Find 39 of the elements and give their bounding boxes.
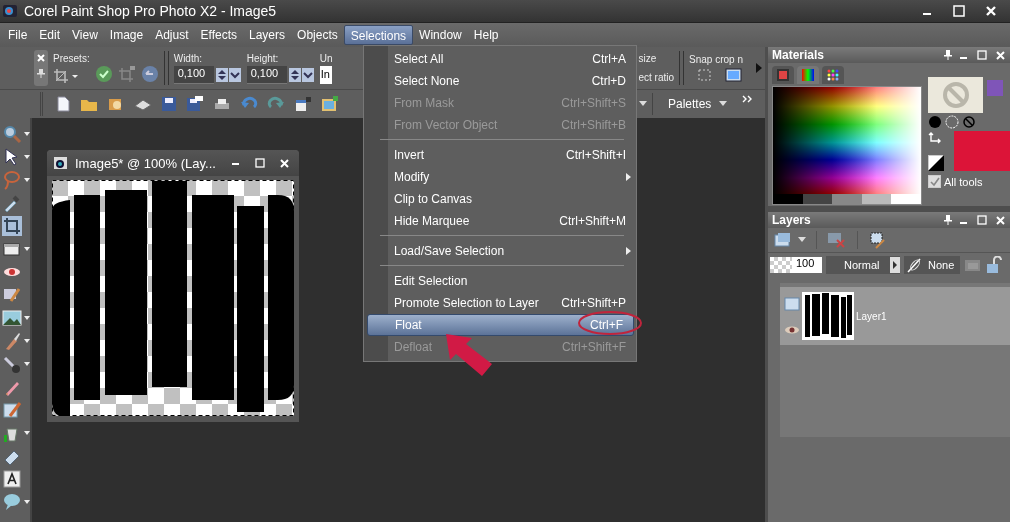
- menu-item[interactable]: Selections: [343, 25, 414, 45]
- menu-item[interactable]: Layers: [243, 25, 292, 45]
- units-label: Un: [319, 52, 333, 64]
- palettes-button[interactable]: Palettes: [658, 97, 738, 111]
- width-label: Width:: [173, 52, 204, 64]
- menu-item[interactable]: Effects: [194, 25, 243, 45]
- menu-entry[interactable]: Load/Save Selection: [364, 240, 636, 262]
- menu-entry[interactable]: Promote Selection to Layer Ctrl+Shift+P: [364, 292, 636, 314]
- opacity-field[interactable]: 100: [770, 257, 822, 273]
- menu-item[interactable]: View: [66, 25, 104, 45]
- image-window-title: Image5* @ 100% (Lay...: [75, 155, 217, 171]
- units-dropdown[interactable]: In: [319, 65, 332, 84]
- presets-label: Presets:: [53, 52, 90, 64]
- window-title: Corel Paint Shop Pro Photo X2 - Image5: [24, 3, 277, 19]
- menu-item[interactable]: Image: [103, 25, 150, 45]
- snap-crop-label: Snap crop n: [689, 53, 744, 65]
- panel-title: Layers: [772, 213, 812, 227]
- all-tools-label: All tools: [944, 175, 983, 188]
- height-field[interactable]: 0,100: [246, 65, 287, 84]
- menu-item[interactable]: File: [2, 25, 34, 45]
- blend-mode-dropdown[interactable]: Normal: [826, 256, 900, 274]
- menu-item[interactable]: Window: [413, 25, 468, 45]
- menu-entry[interactable]: Edit Selection: [364, 270, 636, 292]
- aspect-ratio-label: ect ratio: [638, 72, 675, 83]
- link-mode-button[interactable]: None: [904, 256, 961, 274]
- menu-item[interactable]: Adjust: [149, 25, 195, 45]
- size-label: size: [638, 53, 658, 64]
- menu-item[interactable]: Objects: [291, 25, 344, 45]
- menu-item[interactable]: Help: [467, 25, 505, 45]
- menu-entry[interactable]: Select None Ctrl+D: [364, 70, 636, 92]
- menu-entry[interactable]: Hide Marquee Ctrl+Shift+M: [364, 210, 636, 232]
- height-label: Height:: [246, 52, 280, 64]
- panel-title: Materials: [772, 48, 826, 62]
- menu-entry[interactable]: Clip to Canvas: [364, 188, 636, 210]
- menu-item[interactable]: Edit: [33, 25, 67, 45]
- width-field[interactable]: 0,100: [173, 65, 214, 84]
- menu-entry[interactable]: Select All Ctrl+A: [364, 48, 636, 70]
- menu-entry[interactable]: Modify: [364, 166, 636, 188]
- menu-entry[interactable]: Invert Ctrl+Shift+I: [364, 144, 636, 166]
